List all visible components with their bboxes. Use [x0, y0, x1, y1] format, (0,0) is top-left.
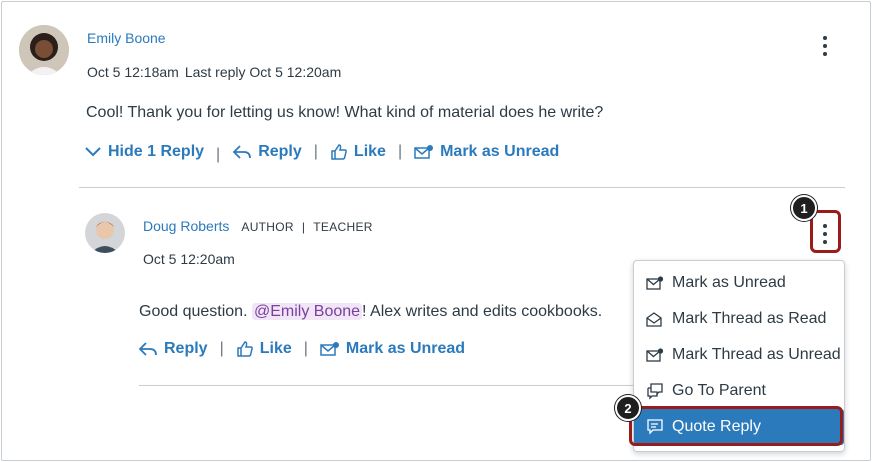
post-created-time: Oct 5 12:18am	[87, 64, 179, 80]
thumbs-up-icon	[331, 144, 347, 160]
reply-like-button[interactable]: Like	[236, 340, 292, 358]
post-message: Cool! Thank you for letting us know! Wha…	[86, 104, 604, 121]
envelope-dot-icon	[414, 145, 434, 159]
envelope-dot-icon	[646, 348, 664, 362]
role-teacher: TEACHER	[313, 220, 373, 234]
envelope-dot-icon	[320, 342, 339, 356]
reply-arrow-icon	[138, 342, 157, 356]
reply-divider	[139, 385, 633, 386]
quote-reply-callout	[629, 406, 843, 446]
menu-mark-thread-as-read[interactable]: Mark Thread as Read	[634, 301, 844, 337]
reply-options-button[interactable]	[822, 224, 828, 244]
separator: |	[313, 143, 318, 160]
hide-replies-button[interactable]: Hide 1 Reply	[84, 143, 204, 161]
reply-author-name[interactable]: Doug Roberts	[143, 218, 229, 234]
reply-mark-unread-button[interactable]: Mark as Unread	[320, 340, 465, 358]
thumbs-up-icon	[236, 341, 253, 357]
menu-mark-as-unread[interactable]: Mark as Unread	[634, 265, 844, 301]
like-button[interactable]: Like	[330, 143, 386, 161]
separator: |	[219, 340, 224, 357]
separator: |	[216, 146, 221, 163]
chevron-down-icon	[85, 147, 101, 157]
reply-reply-button[interactable]: Reply	[138, 340, 208, 358]
role-author: AUTHOR	[241, 220, 294, 234]
reply-message: Good question. @Emily Boone! Alex writes…	[139, 303, 603, 320]
discussion-icon	[647, 383, 663, 400]
step-badge-2: 2	[615, 395, 641, 421]
avatar-emily-boone[interactable]	[19, 25, 69, 75]
separator: |	[397, 143, 403, 160]
post-actions: Hide 1 Reply | Reply | Like | Mark as Un…	[84, 140, 559, 164]
menu-go-to-parent[interactable]: Go To Parent	[634, 373, 844, 409]
step-badge-1: 1	[791, 195, 817, 221]
reply-actions: Reply | Like | Mark as Unread	[138, 340, 465, 358]
separator: |	[303, 340, 308, 357]
reply-timestamp: Oct 5 12:20am	[143, 251, 235, 267]
post-timestamp: Oct 5 12:18am Last reply Oct 5 12:20am	[87, 64, 341, 80]
envelope-dot-icon	[646, 276, 664, 290]
avatar-doug-roberts[interactable]	[85, 213, 125, 253]
thread-divider	[79, 187, 845, 188]
reply-button[interactable]: Reply	[232, 143, 302, 161]
reply-arrow-icon	[232, 145, 252, 159]
role-separator: |	[301, 220, 306, 234]
envelope-open-icon	[646, 312, 662, 327]
post-last-reply: Last reply Oct 5 12:20am	[184, 64, 342, 80]
menu-mark-thread-as-unread[interactable]: Mark Thread as Unread	[634, 337, 844, 373]
post-options-button[interactable]	[822, 36, 828, 56]
reply-author-line: Doug Roberts AUTHOR | TEACHER	[143, 218, 373, 234]
mention-emily-boone[interactable]: @Emily Boone	[251, 303, 363, 320]
post-author-name[interactable]: Emily Boone	[87, 30, 166, 46]
mark-unread-button[interactable]: Mark as Unread	[414, 143, 559, 161]
